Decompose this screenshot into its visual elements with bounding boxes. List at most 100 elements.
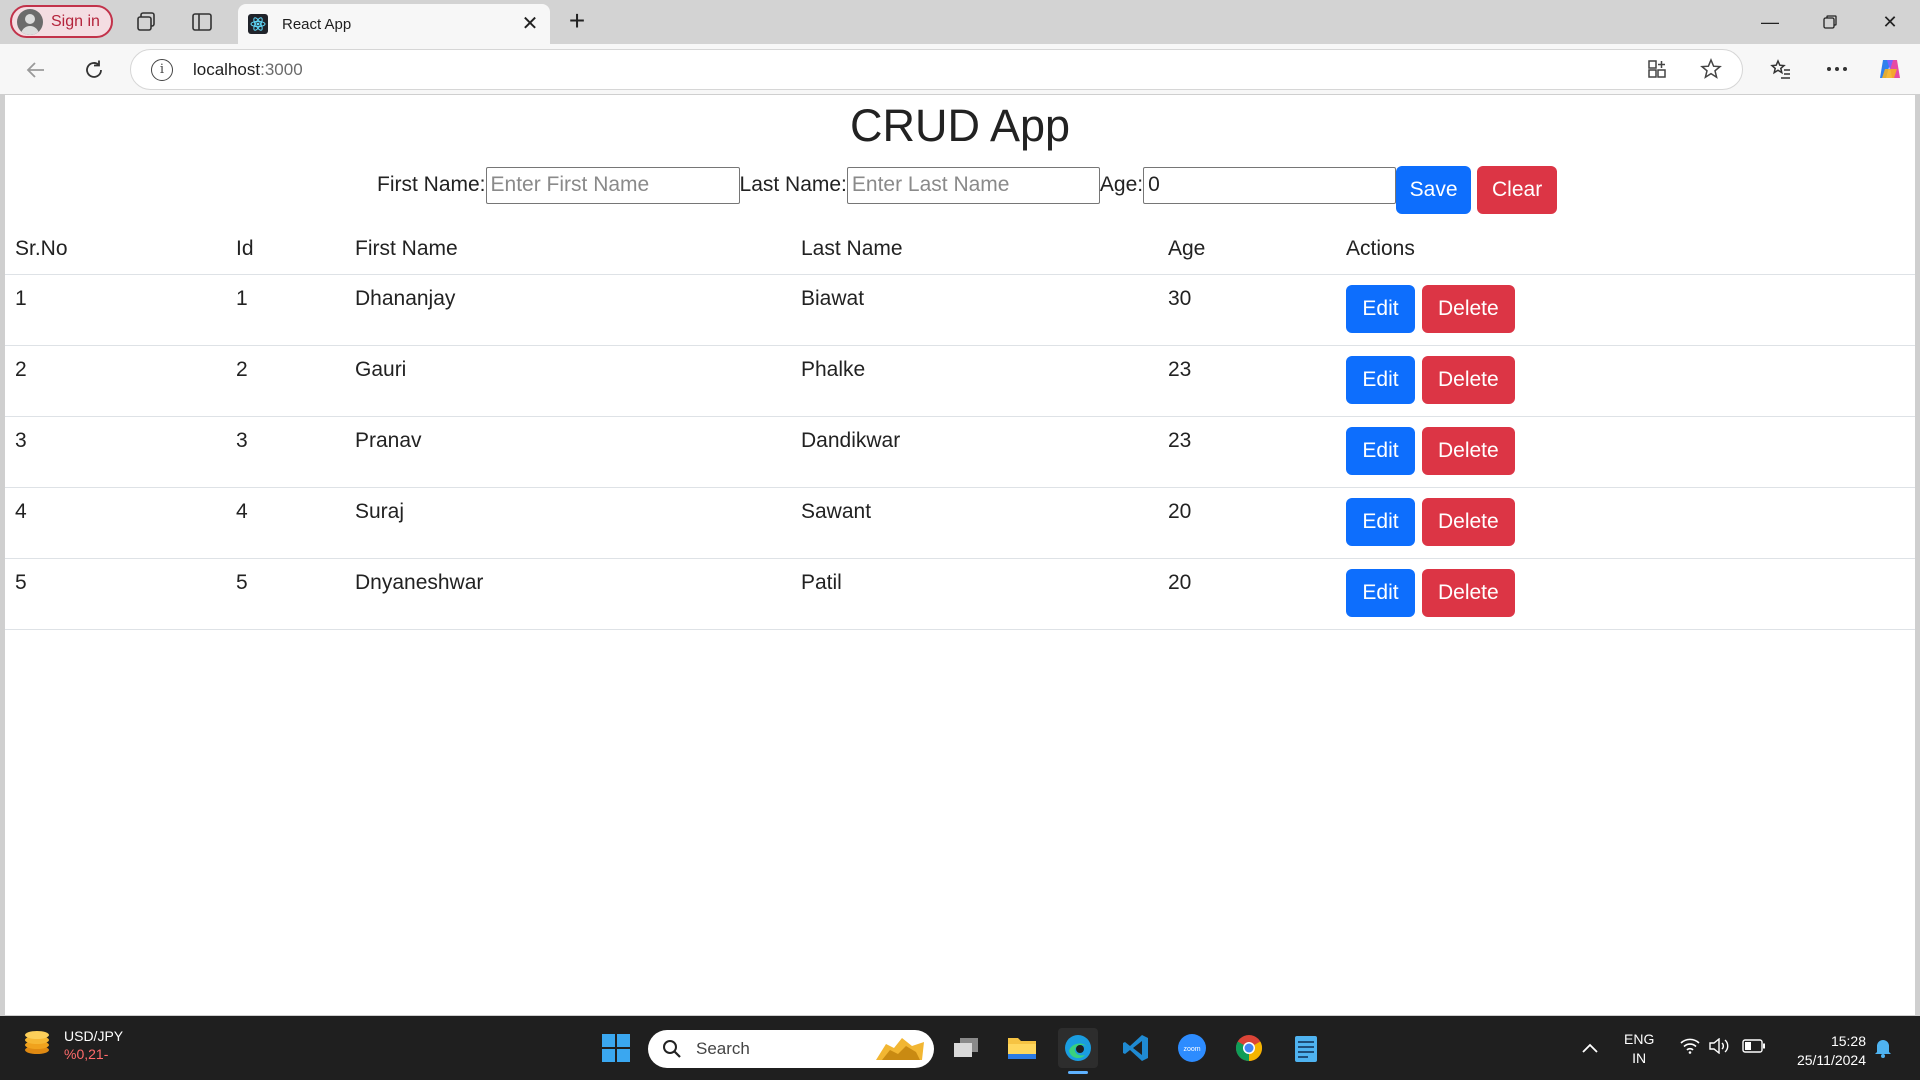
zoom-icon[interactable]: zoom <box>1172 1028 1212 1068</box>
delete-button[interactable]: Delete <box>1421 497 1515 546</box>
last-name-label: Last Name: <box>739 173 847 196</box>
edit-button[interactable]: Edit <box>1346 284 1415 333</box>
records-table: Sr.No Id First Name Last Name Age Action… <box>5 224 1915 630</box>
profile-avatar-icon <box>17 8 43 35</box>
restore-icon[interactable] <box>1810 8 1850 36</box>
column-header-id: Id <box>226 224 345 275</box>
delete-button[interactable]: Delete <box>1421 568 1515 617</box>
tab-react-app[interactable]: React App ✕ <box>238 4 550 44</box>
cell-id: 3 <box>226 416 345 488</box>
table-row: 2 2 Gauri Phalke 23 Edit Delete <box>5 345 1915 417</box>
taskbar-search[interactable]: Search <box>648 1030 934 1068</box>
first-name-input[interactable] <box>485 166 740 204</box>
url-host: localhost <box>193 59 261 79</box>
delete-button[interactable]: Delete <box>1421 284 1515 333</box>
age-label: Age: <box>1099 173 1144 196</box>
sign-in-label: Sign in <box>51 12 100 30</box>
cell-last-name: Sawant <box>791 487 1158 559</box>
cell-id: 1 <box>226 274 345 346</box>
cell-actions: Edit Delete <box>1336 558 1915 630</box>
column-header-srno: Sr.No <box>5 224 226 275</box>
more-options-icon[interactable] <box>1824 56 1850 82</box>
language-region: IN <box>1632 1050 1647 1066</box>
cell-last-name: Biawat <box>791 274 1158 346</box>
taskbar: USD/JPY %0,21- Search zoom ENG IN 15:28 … <box>0 1016 1920 1080</box>
new-tab-icon[interactable]: + <box>563 7 591 36</box>
vertical-tabs-icon[interactable] <box>190 10 214 34</box>
language-code: ENG <box>1624 1031 1655 1047</box>
start-windows-icon[interactable] <box>596 1028 636 1068</box>
refresh-icon[interactable] <box>80 56 108 84</box>
vscode-icon[interactable] <box>1116 1028 1156 1068</box>
app-available-icon[interactable] <box>1644 56 1670 82</box>
favorite-star-icon[interactable] <box>1698 56 1724 82</box>
show-hidden-icons-icon[interactable] <box>1582 1040 1598 1056</box>
column-header-age: Age <box>1158 224 1336 275</box>
search-label: Search <box>696 1039 750 1058</box>
svg-text:zoom: zoom <box>1183 1046 1200 1053</box>
chrome-icon[interactable] <box>1229 1028 1269 1068</box>
volume-icon[interactable] <box>1708 1037 1730 1057</box>
tab-title: React App <box>282 15 352 33</box>
edit-button[interactable]: Edit <box>1346 497 1415 546</box>
file-explorer-icon[interactable] <box>1002 1028 1042 1068</box>
notification-bell-icon[interactable] <box>1874 1038 1892 1061</box>
table-row: 1 1 Dhananjay Biawat 30 Edit Delete <box>5 274 1915 346</box>
cell-first-name: Dnyaneshwar <box>345 558 791 630</box>
cell-age: 23 <box>1158 345 1336 417</box>
copilot-icon[interactable] <box>1877 56 1903 82</box>
age-input[interactable] <box>1143 166 1397 204</box>
minimize-icon[interactable]: — <box>1750 8 1790 36</box>
back-icon[interactable] <box>22 56 50 84</box>
ticker-symbol: USD/JPY <box>64 1028 124 1044</box>
cell-actions: Edit Delete <box>1336 487 1915 559</box>
last-name-input[interactable] <box>846 166 1100 204</box>
browser-tab-bar: Sign in React App ✕ + — ✕ <box>0 0 1920 44</box>
column-header-last-name: Last Name <box>791 224 1158 275</box>
cell-srno: 5 <box>5 558 226 630</box>
cell-srno: 3 <box>5 416 226 488</box>
sign-in-button[interactable]: Sign in <box>10 5 113 38</box>
edge-browser-icon[interactable] <box>1058 1028 1098 1074</box>
cell-srno: 1 <box>5 274 226 346</box>
task-view-icon[interactable] <box>946 1028 986 1068</box>
search-icon <box>663 1040 681 1058</box>
cell-last-name: Patil <box>791 558 1158 630</box>
edit-button[interactable]: Edit <box>1346 426 1415 475</box>
page-viewport: CRUD App First Name: Last Name: Age: Sav… <box>5 95 1915 1015</box>
ticker-widget[interactable]: USD/JPY %0,21- <box>22 1028 123 1062</box>
edit-button[interactable]: Edit <box>1346 568 1415 617</box>
wifi-icon[interactable] <box>1680 1038 1700 1057</box>
notepad-icon[interactable] <box>1286 1028 1326 1068</box>
page-title: CRUD App <box>849 100 1071 151</box>
table-row: 3 3 Pranav Dandikwar 23 Edit Delete <box>5 416 1915 488</box>
cell-age: 20 <box>1158 558 1336 630</box>
close-window-icon[interactable]: ✕ <box>1870 8 1910 36</box>
cell-actions: Edit Delete <box>1336 345 1915 417</box>
language-indicator[interactable]: ENG IN <box>1624 1030 1654 1068</box>
delete-button[interactable]: Delete <box>1421 355 1515 404</box>
entry-form: First Name: Last Name: Age: Save Clear <box>377 159 1558 214</box>
clear-button[interactable]: Clear <box>1477 166 1558 214</box>
site-info-icon[interactable]: i <box>151 58 173 81</box>
cell-srno: 2 <box>5 345 226 417</box>
delete-button[interactable]: Delete <box>1421 426 1515 475</box>
url-port: :3000 <box>260 59 303 79</box>
cell-first-name: Dhananjay <box>345 274 791 346</box>
cell-first-name: Pranav <box>345 416 791 488</box>
column-header-actions: Actions <box>1336 224 1915 275</box>
edit-button[interactable]: Edit <box>1346 355 1415 404</box>
battery-icon[interactable] <box>1742 1039 1766 1056</box>
cell-actions: Edit Delete <box>1336 274 1915 346</box>
workspaces-icon[interactable] <box>134 10 158 34</box>
close-tab-icon[interactable]: ✕ <box>520 14 540 34</box>
cell-last-name: Dandikwar <box>791 416 1158 488</box>
system-clock[interactable]: 15:28 25/11/2024 <box>1776 1032 1866 1070</box>
favorites-icon[interactable] <box>1768 56 1794 82</box>
clock-date: 25/11/2024 <box>1796 1052 1866 1068</box>
save-button[interactable]: Save <box>1396 166 1472 214</box>
url-field[interactable]: i localhost:3000 <box>130 49 1743 90</box>
currency-stack-icon <box>22 1028 52 1058</box>
cell-first-name: Suraj <box>345 487 791 559</box>
url-text: localhost:3000 <box>193 60 303 80</box>
